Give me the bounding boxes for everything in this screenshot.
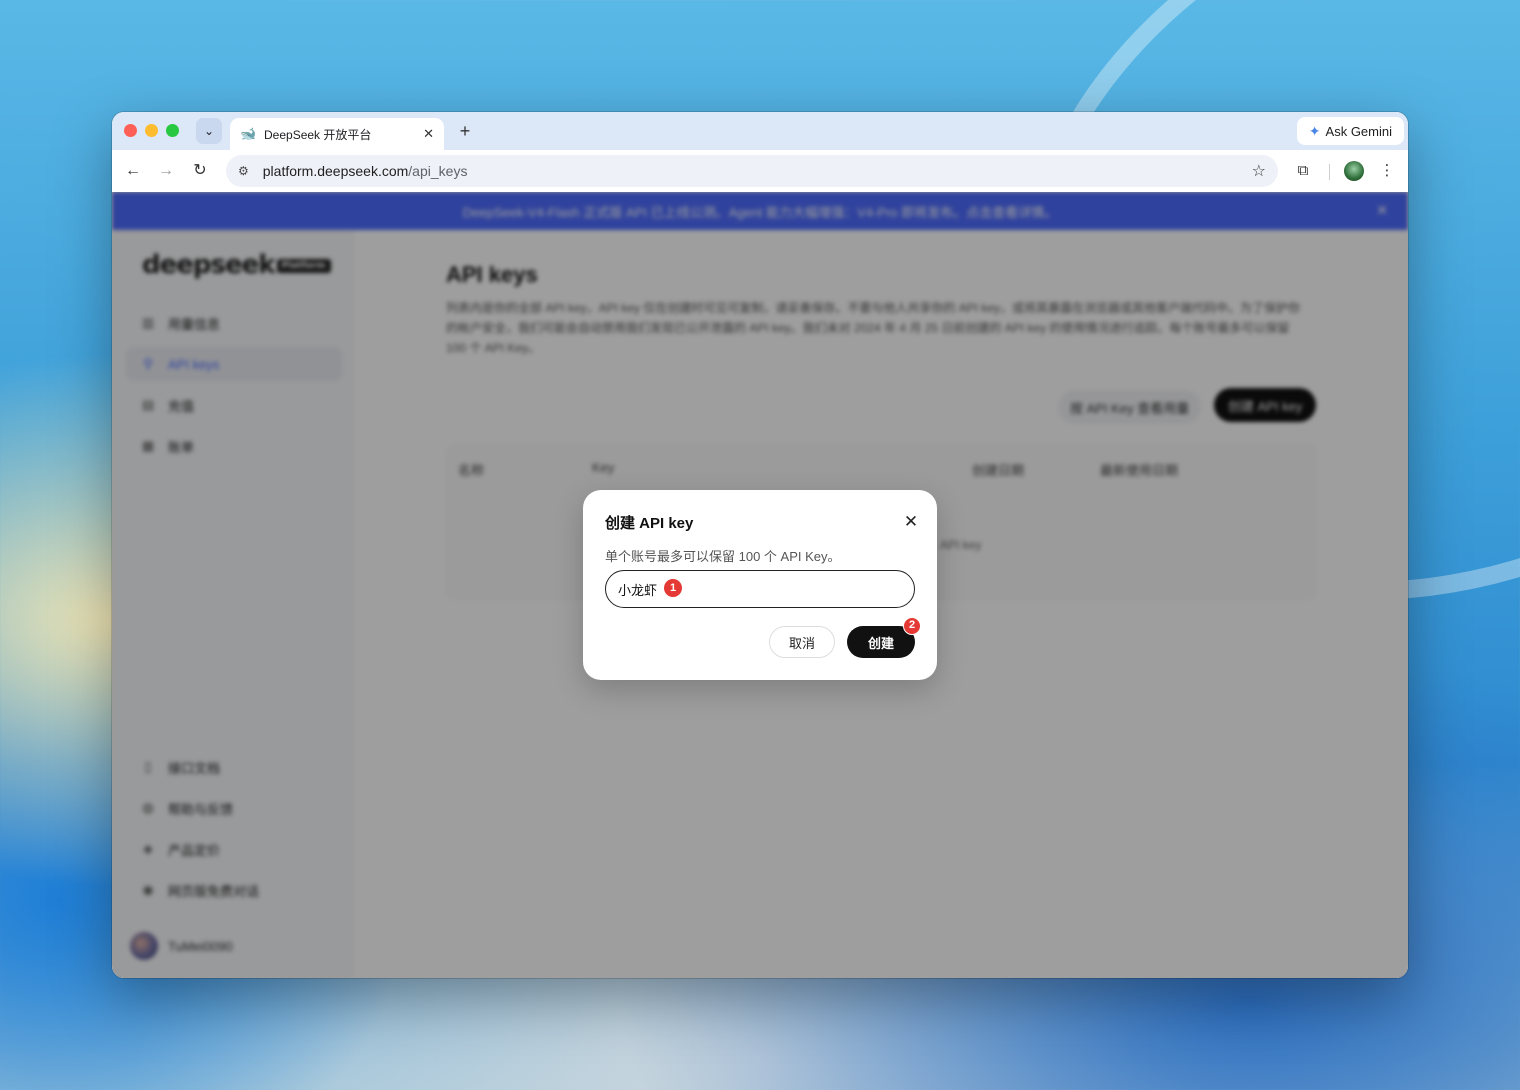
address-bar[interactable]: ⚙ platform.deepseek.com/api_keys ☆ [226, 155, 1278, 187]
back-arrow-icon[interactable]: ← [120, 158, 146, 184]
reload-icon[interactable]: ↻ [187, 158, 213, 184]
url-host: platform.deepseek.com [262, 163, 409, 179]
step-badge-2: 2 [903, 617, 921, 635]
step-badge-1: 1 [664, 579, 682, 597]
extensions-puzzle-icon[interactable]: ⧉ [1290, 158, 1316, 184]
gemini-sparkle-icon: ✦ [1308, 122, 1321, 139]
ask-gemini-label: Ask Gemini [1325, 123, 1392, 139]
ask-gemini-button[interactable]: ✦ Ask Gemini [1296, 117, 1404, 145]
active-tab[interactable]: 🐋 DeepSeek 开放平台 ✕ [230, 118, 444, 150]
url-text: platform.deepseek.com/api_keys [263, 163, 1252, 179]
toolbar-divider [1329, 164, 1330, 180]
minimize-window-button[interactable] [145, 124, 158, 137]
api-key-name-input[interactable] [605, 570, 915, 608]
cancel-button[interactable]: 取消 [769, 626, 835, 658]
deepseek-whale-icon: 🐋 [240, 126, 257, 141]
browser-toolbar: ← → ↻ ⚙ platform.deepseek.com/api_keys ☆… [112, 150, 1408, 192]
profile-avatar[interactable] [1344, 161, 1364, 181]
tab-close-icon[interactable]: ✕ [423, 126, 434, 142]
maximize-window-button[interactable] [166, 124, 179, 137]
tab-strip: ⌄ 🐋 DeepSeek 开放平台 ✕ + ✦ Ask Gemini [112, 112, 1408, 150]
new-tab-plus-icon[interactable]: + [454, 120, 476, 142]
url-path: /api_keys [408, 163, 468, 179]
more-menu-icon[interactable]: ⋮ [1374, 158, 1400, 184]
forward-arrow-icon[interactable]: → [153, 158, 179, 184]
tab-search-chevron-icon[interactable]: ⌄ [196, 118, 222, 144]
close-window-button[interactable] [124, 124, 137, 137]
site-settings-icon[interactable]: ⚙ [238, 164, 249, 178]
browser-window: ⌄ 🐋 DeepSeek 开放平台 ✕ + ✦ Ask Gemini ← → ↻… [112, 112, 1408, 978]
dialog-title: 创建 API key [605, 515, 694, 532]
tab-title: DeepSeek 开放平台 [264, 127, 372, 142]
create-api-key-dialog: 创建 API key ✕ 单个账号最多可以保留 100 个 API Key。 1… [583, 490, 937, 680]
dialog-description: 单个账号最多可以保留 100 个 API Key。 [605, 549, 841, 564]
bookmark-star-icon[interactable]: ☆ [1252, 161, 1266, 181]
close-icon[interactable]: ✕ [899, 510, 923, 534]
